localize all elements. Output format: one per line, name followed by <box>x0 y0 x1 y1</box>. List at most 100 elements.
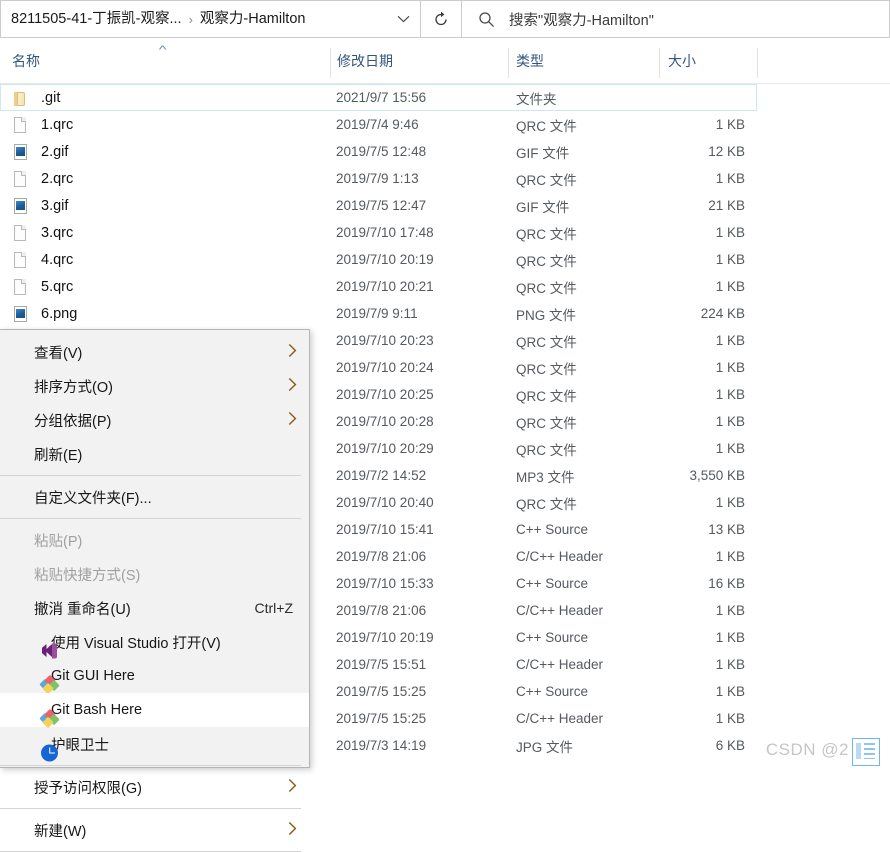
file-name-label: .git <box>41 89 61 106</box>
table-row[interactable]: .git 2021/9/7 15:56 文件夹 <box>0 84 757 111</box>
file-type-cell: QRC 文件 <box>516 388 577 404</box>
menu-item[interactable]: 查看(V) <box>0 335 309 369</box>
file-name-label: 3.qrc <box>41 224 74 241</box>
file-date-cell: 2021/9/7 15:56 <box>336 90 427 105</box>
chevron-right-icon <box>288 822 297 839</box>
file-name-cell[interactable]: 1.qrc <box>12 116 73 134</box>
file-type-cell: QRC 文件 <box>516 442 577 458</box>
file-name-label: 3.gif <box>41 197 69 214</box>
file-size-cell: 1 KB <box>715 711 745 726</box>
file-type-cell: QRC 文件 <box>516 172 577 188</box>
file-date-cell: 2019/7/10 15:33 <box>336 576 434 591</box>
column-divider[interactable] <box>659 48 660 78</box>
table-row[interactable]: 2.qrc 2019/7/9 1:13 QRC 文件 1 KB <box>0 165 890 192</box>
menu-item[interactable]: 护眼卫士 <box>0 727 309 761</box>
table-row[interactable]: 3.qrc 2019/7/10 17:48 QRC 文件 1 KB <box>0 219 890 246</box>
file-size-cell: 1 KB <box>715 225 745 240</box>
chevron-down-icon[interactable] <box>390 15 416 23</box>
file-name-cell[interactable]: 2.gif <box>12 143 68 161</box>
menu-item[interactable]: 刷新(E) <box>0 437 309 471</box>
menu-item[interactable]: 使用 Visual Studio 打开(V) <box>0 625 309 659</box>
column-divider[interactable] <box>757 48 758 78</box>
file-name-cell[interactable]: 3.gif <box>12 197 68 215</box>
file-name-cell[interactable]: .git <box>12 89 60 107</box>
chevron-right-icon <box>288 344 297 361</box>
file-size-cell: 1 KB <box>715 603 745 618</box>
file-type-cell: GIF 文件 <box>516 199 570 215</box>
image-icon <box>12 305 29 323</box>
file-name-label: 2.qrc <box>41 170 74 187</box>
file-name-cell[interactable]: 6.png <box>12 305 77 323</box>
breadcrumb-current[interactable]: 观察力-Hamilton <box>200 12 306 27</box>
file-date-cell: 2019/7/10 20:19 <box>336 252 434 267</box>
table-row[interactable]: 6.png 2019/7/9 9:11 PNG 文件 224 KB <box>0 300 890 327</box>
file-type-cell: MP3 文件 <box>516 469 575 485</box>
document-icon <box>12 224 29 242</box>
file-name-cell[interactable]: 4.qrc <box>12 251 73 269</box>
menu-item[interactable]: 新建(W) <box>0 813 309 847</box>
menu-item[interactable]: Git Bash Here <box>0 693 309 728</box>
menu-separator <box>0 765 301 766</box>
chevron-right-icon <box>288 378 297 395</box>
column-header-size[interactable]: 大小 <box>668 38 696 84</box>
file-date-cell: 2019/7/10 20:29 <box>336 441 434 456</box>
file-type-cell: C++ Source <box>516 684 589 699</box>
file-size-cell: 1 KB <box>715 171 745 186</box>
file-size-cell: 16 KB <box>708 576 745 591</box>
file-date-cell: 2019/7/5 15:51 <box>336 657 427 672</box>
column-header-type[interactable]: 类型 <box>516 38 544 84</box>
table-row[interactable]: 5.qrc 2019/7/10 20:21 QRC 文件 1 KB <box>0 273 890 300</box>
file-type-cell: QRC 文件 <box>516 226 577 242</box>
menu-item[interactable]: 自定义文件夹(F)... <box>0 480 309 514</box>
table-row[interactable]: 3.gif 2019/7/5 12:47 GIF 文件 21 KB <box>0 192 890 219</box>
file-date-cell: 2019/7/10 20:24 <box>336 360 434 375</box>
table-row[interactable]: 2.gif 2019/7/5 12:48 GIF 文件 12 KB <box>0 138 890 165</box>
breadcrumb-separator-icon: › <box>188 11 193 27</box>
file-size-cell: 1 KB <box>715 495 745 510</box>
file-date-cell: 2019/7/10 20:21 <box>336 279 434 294</box>
file-name-cell[interactable]: 3.qrc <box>12 224 73 242</box>
file-type-cell: C/C++ Header <box>516 603 604 618</box>
menu-item[interactable]: 排序方式(O) <box>0 369 309 403</box>
refresh-button[interactable] <box>420 0 462 38</box>
file-type-cell: C/C++ Header <box>516 549 604 564</box>
chevron-right-icon <box>288 412 297 429</box>
column-header-name[interactable]: 名称 <box>12 38 40 84</box>
file-date-cell: 2019/7/10 17:48 <box>336 225 434 240</box>
file-type-cell: QRC 文件 <box>516 334 577 350</box>
column-divider[interactable] <box>330 48 331 78</box>
menu-item[interactable]: 撤消 重命名(U) Ctrl+Z <box>0 591 309 625</box>
file-date-cell: 2019/7/9 1:13 <box>336 171 419 186</box>
file-name-cell[interactable]: 2.qrc <box>12 170 73 188</box>
menu-item-label: 自定义文件夹(F)... <box>34 490 152 507</box>
file-name-cell[interactable]: 5.qrc <box>12 278 73 296</box>
table-row[interactable]: 4.qrc 2019/7/10 20:19 QRC 文件 1 KB <box>0 246 890 273</box>
column-header-date[interactable]: 修改日期 <box>337 38 393 84</box>
file-name-label: 6.png <box>41 305 78 322</box>
context-menu[interactable]: 查看(V) 排序方式(O) 分组依据(P) 刷新(E) 自定义文件夹(F)... 粘贴(P… <box>0 329 310 852</box>
file-type-cell: 文件夹 <box>516 91 557 107</box>
menu-item[interactable]: 分组依据(P) <box>0 403 309 437</box>
file-date-cell: 2019/7/5 15:25 <box>336 711 427 726</box>
search-box[interactable]: 搜索"观察力-Hamilton" <box>462 0 890 38</box>
menu-item[interactable]: Git GUI Here <box>0 659 309 694</box>
menu-item-label: 排序方式(O) <box>34 379 113 396</box>
file-size-cell: 1 KB <box>715 333 745 348</box>
file-type-cell: QRC 文件 <box>516 253 577 269</box>
breadcrumb-parent[interactable]: 8211505-41-丁振凯-观察... <box>11 12 182 27</box>
refresh-icon <box>435 11 447 25</box>
menu-item[interactable]: 授予访问权限(G) <box>0 770 309 804</box>
eye-care-icon <box>41 744 58 761</box>
file-date-cell: 2019/7/10 20:28 <box>336 414 434 429</box>
table-row[interactable]: 1.qrc 2019/7/4 9:46 QRC 文件 1 KB <box>0 111 890 138</box>
file-type-cell: QRC 文件 <box>516 118 577 134</box>
menu-item-label: 刷新(E) <box>34 447 83 464</box>
file-type-cell: PNG 文件 <box>516 307 577 323</box>
menu-separator <box>0 808 301 809</box>
column-divider[interactable] <box>508 48 509 78</box>
address-bar[interactable]: 8211505-41-丁振凯-观察... › 观察力-Hamilton <box>0 0 420 38</box>
menu-item-shortcut: Ctrl+Z <box>254 600 294 616</box>
file-type-cell: QRC 文件 <box>516 415 577 431</box>
file-size-cell: 13 KB <box>708 522 745 537</box>
menu-item-label: 粘贴(P) <box>34 533 83 550</box>
